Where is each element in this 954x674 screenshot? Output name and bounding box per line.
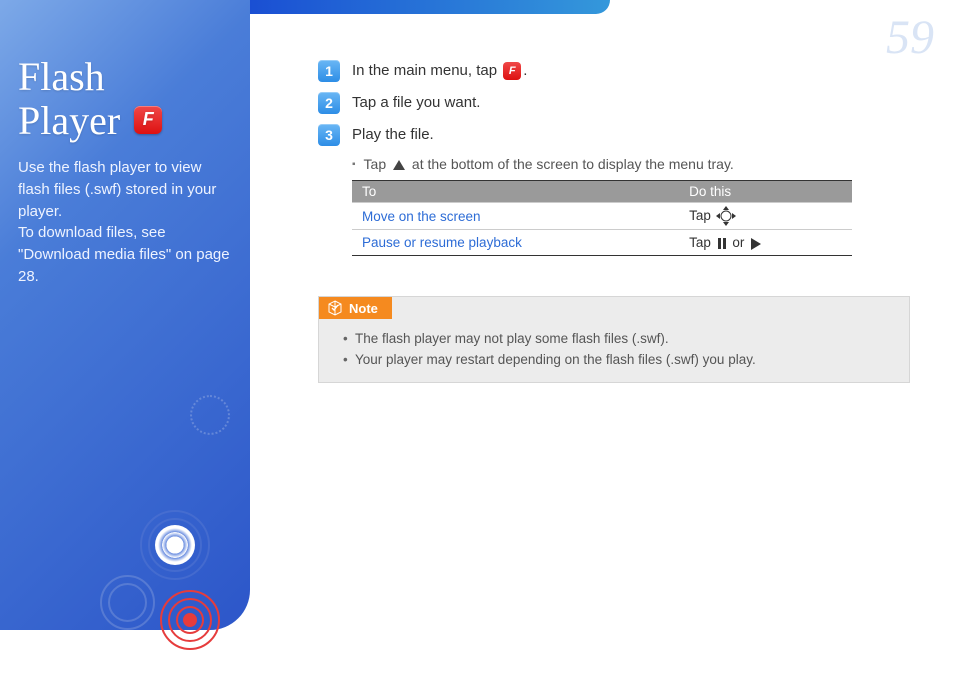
- pause-icon: [718, 238, 726, 249]
- step-text-2: Tap a file you want.: [352, 92, 480, 114]
- flash-icon: [503, 62, 521, 80]
- cell-to: Pause or resume playback: [352, 230, 679, 256]
- sub-bullet: Tap at the bottom of the screen to displ…: [352, 156, 918, 172]
- play-icon: [751, 238, 761, 250]
- note-item: Your player may restart depending on the…: [343, 350, 897, 370]
- step-1: 1 In the main menu, tap .: [318, 60, 918, 82]
- title-line2: Player: [18, 98, 120, 143]
- note-cube-icon: [327, 300, 343, 316]
- step-3: 3 Play the file.: [318, 124, 918, 146]
- note-item: The flash player may not play some flash…: [343, 329, 897, 349]
- controls-table: To Do this Move on the screen Tap Pause …: [352, 180, 852, 256]
- cell-to: Move on the screen: [352, 203, 679, 230]
- title-line1: Flash: [18, 54, 105, 99]
- table-row: Pause or resume playback Tap or: [352, 230, 852, 256]
- table-header-to: To: [352, 181, 679, 203]
- note-label: Note: [319, 297, 392, 319]
- table-header-do: Do this: [679, 181, 852, 203]
- step-badge-2: 2: [318, 92, 340, 114]
- note-list: The flash player may not play some flash…: [319, 321, 909, 370]
- page-number: 59: [886, 10, 934, 65]
- flash-app-icon: [134, 106, 162, 134]
- step-badge-1: 1: [318, 60, 340, 82]
- cell-do: Tap: [679, 203, 852, 230]
- sidebar: Flash Player Use the flash player to vie…: [0, 0, 250, 630]
- table-row: Move on the screen Tap: [352, 203, 852, 230]
- step-badge-3: 3: [318, 124, 340, 146]
- page-title: Flash Player: [18, 55, 232, 143]
- main-content: 1 In the main menu, tap . 2 Tap a file y…: [318, 60, 918, 383]
- step-text-3: Play the file.: [352, 124, 434, 146]
- header-decoration: [250, 0, 610, 14]
- cell-do: Tap or: [679, 230, 852, 256]
- dpad-icon: [718, 208, 734, 224]
- triangle-up-icon: [393, 160, 405, 170]
- sidebar-description: Use the flash player to view flash files…: [18, 157, 232, 288]
- step-text-1: In the main menu, tap .: [352, 60, 527, 82]
- step-2: 2 Tap a file you want.: [318, 92, 918, 114]
- note-box: Note The flash player may not play some …: [318, 296, 910, 383]
